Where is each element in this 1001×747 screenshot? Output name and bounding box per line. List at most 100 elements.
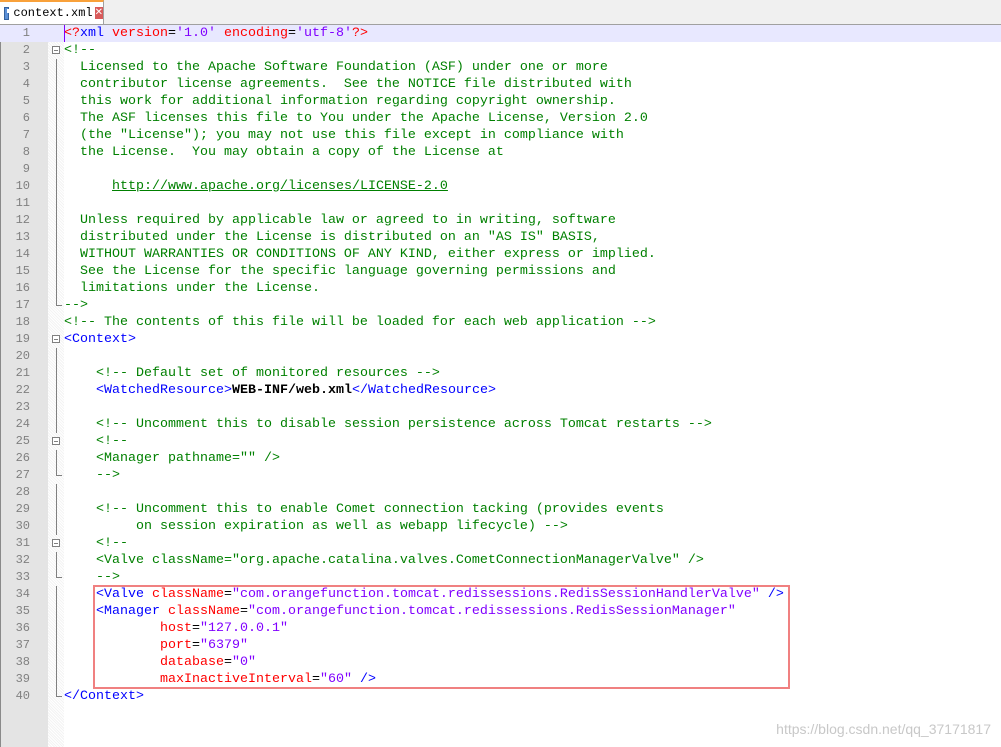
line-number: 29 — [15, 502, 30, 516]
code-line[interactable]: 5 this work for additional information r… — [0, 93, 1001, 110]
line-number: 28 — [15, 485, 30, 499]
line-number: 3 — [22, 60, 30, 74]
fold-line — [56, 161, 57, 178]
code-line[interactable]: 31 <!-- — [0, 535, 1001, 552]
token-tag: <WatchedResource> — [96, 383, 232, 398]
line-text: this work for additional information reg… — [64, 93, 616, 110]
code-line[interactable]: 26 <Manager pathname="" /> — [0, 450, 1001, 467]
token-com: <!-- Uncomment this to enable Comet conn… — [96, 502, 664, 517]
floppy-disk-icon — [4, 6, 15, 20]
code-line[interactable]: 23 — [0, 399, 1001, 416]
line-text: on session expiration as well as webapp … — [64, 518, 568, 535]
code-line[interactable]: 16 limitations under the License. — [0, 280, 1001, 297]
fold-collapse-icon[interactable] — [52, 46, 60, 54]
token-pi: ?> — [352, 26, 368, 41]
code-line[interactable]: 19 <Context> — [0, 331, 1001, 348]
line-number: 16 — [15, 281, 30, 295]
fold-end-marker — [56, 467, 62, 476]
token-com: <!-- — [96, 536, 128, 551]
code-line[interactable]: 21 <!-- Default set of monitored resourc… — [0, 365, 1001, 382]
code-line[interactable]: 6 The ASF licenses this file to You unde… — [0, 110, 1001, 127]
token-com: <!-- Uncomment this to disable session p… — [96, 417, 712, 432]
code-line[interactable]: 29 <!-- Uncomment this to enable Comet c… — [0, 501, 1001, 518]
code-line[interactable]: 30 on session expiration as well as weba… — [0, 518, 1001, 535]
fold-line — [56, 399, 57, 416]
line-text: <!-- — [64, 42, 96, 59]
line-text: <Manager pathname="" /> — [64, 450, 280, 467]
text-caret — [64, 25, 65, 42]
code-line[interactable]: 20 — [0, 348, 1001, 365]
code-line[interactable]: 13 distributed under the License is dist… — [0, 229, 1001, 246]
token-tag: <Context> — [64, 332, 136, 347]
fold-line — [56, 246, 57, 263]
line-number: 21 — [15, 366, 30, 380]
code-line[interactable]: 1 <?xml version='1.0' encoding='utf-8'?> — [0, 25, 1001, 42]
code-line[interactable]: 22 <WatchedResource>WEB-INF/web.xml</Wat… — [0, 382, 1001, 399]
line-text: Licensed to the Apache Software Foundati… — [64, 59, 608, 76]
fold-line — [56, 416, 57, 433]
code-line[interactable]: 33 --> — [0, 569, 1001, 586]
code-line[interactable]: 9 — [0, 161, 1001, 178]
line-number: 30 — [15, 519, 30, 533]
code-line[interactable]: 7 (the "License"); you may not use this … — [0, 127, 1001, 144]
code-line[interactable]: 17 --> — [0, 297, 1001, 314]
code-line[interactable]: 27 --> — [0, 467, 1001, 484]
token-attr: encoding — [224, 26, 288, 41]
line-number: 26 — [15, 451, 30, 465]
line-number: 38 — [15, 655, 30, 669]
code-line[interactable]: 3 Licensed to the Apache Software Founda… — [0, 59, 1001, 76]
line-text: </Context> — [64, 688, 144, 705]
line-number: 39 — [15, 672, 30, 686]
fold-line — [56, 518, 57, 535]
line-text: <WatchedResource>WEB-INF/web.xml</Watche… — [64, 382, 496, 399]
fold-collapse-icon[interactable] — [52, 335, 60, 343]
code-line[interactable]: 28 — [0, 484, 1001, 501]
line-text: (the "License"); you may not use this fi… — [64, 127, 624, 144]
token-com: this work for additional information reg… — [64, 94, 616, 109]
token-com: See the License for the specific languag… — [64, 264, 616, 279]
code-line[interactable]: 10 http://www.apache.org/licenses/LICENS… — [0, 178, 1001, 195]
code-line[interactable]: 8 the License. You may obtain a copy of … — [0, 144, 1001, 161]
fold-end-marker — [56, 569, 62, 578]
token-com: contributor license agreements. See the … — [64, 77, 632, 92]
license-link[interactable]: http://www.apache.org/licenses/LICENSE-2… — [112, 179, 448, 194]
line-number: 12 — [15, 213, 30, 227]
line-number: 24 — [15, 417, 30, 431]
code-line[interactable]: 24 <!-- Uncomment this to disable sessio… — [0, 416, 1001, 433]
fold-collapse-icon[interactable] — [52, 539, 60, 547]
fold-line — [56, 93, 57, 110]
token-val: 'utf-8' — [296, 26, 352, 41]
token-pi: <? — [64, 26, 80, 41]
line-text: --> — [64, 297, 88, 314]
code-line[interactable]: 15 See the License for the specific lang… — [0, 263, 1001, 280]
fold-line — [56, 484, 57, 501]
line-text: http://www.apache.org/licenses/LICENSE-2… — [64, 178, 448, 195]
fold-line — [56, 552, 57, 569]
line-text: <?xml version='1.0' encoding='utf-8'?> — [64, 25, 368, 42]
fold-line — [56, 127, 57, 144]
token-com: <!-- Default set of monitored resources … — [96, 366, 440, 381]
code-line[interactable]: 4 contributor license agreements. See th… — [0, 76, 1001, 93]
line-number: 37 — [15, 638, 30, 652]
code-line[interactable]: 40 </Context> — [0, 688, 1001, 705]
close-icon[interactable]: ✕ — [94, 7, 103, 19]
code-line[interactable]: 18 <!-- The contents of this file will be… — [0, 314, 1001, 331]
code-line[interactable]: 25 <!-- — [0, 433, 1001, 450]
fold-collapse-icon[interactable] — [52, 437, 60, 445]
fold-line — [56, 195, 57, 212]
code-line[interactable]: 11 — [0, 195, 1001, 212]
line-text: limitations under the License. — [64, 280, 320, 297]
token-com: distributed under the License is distrib… — [64, 230, 600, 245]
fold-line — [56, 603, 57, 620]
code-line[interactable]: 32 <Valve className="org.apache.catalina… — [0, 552, 1001, 569]
code-line[interactable]: 12 Unless required by applicable law or … — [0, 212, 1001, 229]
token-com: <!-- — [64, 43, 96, 58]
code-line[interactable]: 2 <!-- — [0, 42, 1001, 59]
code-line[interactable]: 14 WITHOUT WARRANTIES OR CONDITIONS OF A… — [0, 246, 1001, 263]
tab-context-xml[interactable]: context.xml ✕ — [0, 0, 104, 24]
line-text: Unless required by applicable law or agr… — [64, 212, 616, 229]
